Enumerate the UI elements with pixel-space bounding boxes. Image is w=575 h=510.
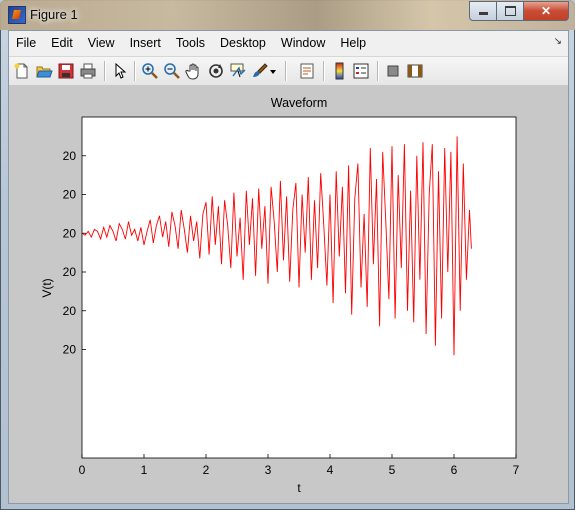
- x-axis-label: t: [297, 481, 301, 495]
- menu-desktop[interactable]: Desktop: [213, 36, 274, 50]
- menu-bar: File Edit View Insert Tools Desktop Wind…: [9, 31, 568, 55]
- brush-dropdown-icon[interactable]: [268, 61, 278, 81]
- x-tick-label: 2: [203, 463, 210, 477]
- x-tick-label: 7: [513, 463, 520, 477]
- figure-canvas[interactable]: Waveform t V(t) 0 1 2 3 4 5 6 7 20 20 20 20 20 20: [9, 85, 568, 503]
- zoom-in-icon[interactable]: [140, 61, 160, 81]
- y-tick-label: 20: [63, 226, 77, 240]
- close-button[interactable]: ✕: [523, 1, 569, 21]
- x-tick-label: 3: [265, 463, 272, 477]
- save-figure-icon[interactable]: [56, 61, 76, 81]
- x-tick-label: 4: [327, 463, 334, 477]
- close-icon: ✕: [540, 4, 552, 18]
- maximize-icon: [504, 6, 516, 16]
- title-bar[interactable]: Figure 1 ✕: [0, 0, 575, 30]
- menu-window[interactable]: Window: [274, 36, 333, 50]
- figure-toolbar: [9, 56, 568, 86]
- brush-icon[interactable]: [250, 61, 270, 81]
- toolbar-separator: [134, 61, 136, 81]
- minimize-button[interactable]: [469, 1, 497, 21]
- y-tick-label: 20: [63, 265, 77, 279]
- x-tick-label: 0: [79, 463, 86, 477]
- hide-plot-tools-icon[interactable]: [383, 61, 403, 81]
- menu-tools[interactable]: Tools: [169, 36, 213, 50]
- chart-title: Waveform: [271, 96, 328, 110]
- toolbar-separator: [285, 61, 287, 81]
- show-plot-tools-icon[interactable]: [405, 61, 425, 81]
- x-tick-label: 6: [451, 463, 458, 477]
- y-axis-label: V(t): [40, 278, 54, 297]
- window-title: Figure 1: [30, 7, 78, 22]
- insert-legend-icon[interactable]: [351, 61, 371, 81]
- rotate-3d-icon[interactable]: [206, 61, 226, 81]
- toolbar-separator: [104, 61, 106, 81]
- y-tick-label: 20: [63, 304, 77, 318]
- minimize-icon: [478, 12, 488, 15]
- menu-help[interactable]: Help: [333, 36, 374, 50]
- matlab-figure-icon[interactable]: [8, 6, 26, 24]
- figure-client-area: File Edit View Insert Tools Desktop Wind…: [8, 30, 569, 504]
- open-file-icon[interactable]: [34, 61, 54, 81]
- menu-file[interactable]: File: [9, 36, 44, 50]
- zoom-out-icon[interactable]: [162, 61, 182, 81]
- x-tick-label: 1: [141, 463, 148, 477]
- insert-colorbar-icon[interactable]: [329, 61, 349, 81]
- toolbar-separator: [323, 61, 325, 81]
- waveform-plot[interactable]: Waveform t V(t) 0 1 2 3 4 5 6 7 20 20 20 20 20 20: [9, 85, 568, 503]
- menu-insert[interactable]: Insert: [123, 36, 169, 50]
- data-cursor-icon[interactable]: [228, 61, 248, 81]
- toolbar-separator: [377, 61, 379, 81]
- dock-arrow-icon[interactable]: ↘: [554, 36, 562, 47]
- edit-plot-arrow-icon[interactable]: [110, 61, 130, 81]
- menu-edit[interactable]: Edit: [44, 36, 81, 50]
- pan-hand-icon[interactable]: [184, 61, 204, 81]
- maximize-button[interactable]: [496, 1, 524, 21]
- y-tick-label: 20: [63, 149, 77, 163]
- window-controls: ✕: [469, 1, 569, 21]
- print-figure-icon[interactable]: [78, 61, 98, 81]
- x-tick-label: 5: [389, 463, 396, 477]
- y-tick-label: 20: [63, 343, 77, 357]
- menu-view[interactable]: View: [81, 36, 123, 50]
- link-plot-icon[interactable]: [297, 61, 317, 81]
- new-figure-icon[interactable]: [12, 61, 32, 81]
- y-tick-label: 20: [63, 188, 77, 202]
